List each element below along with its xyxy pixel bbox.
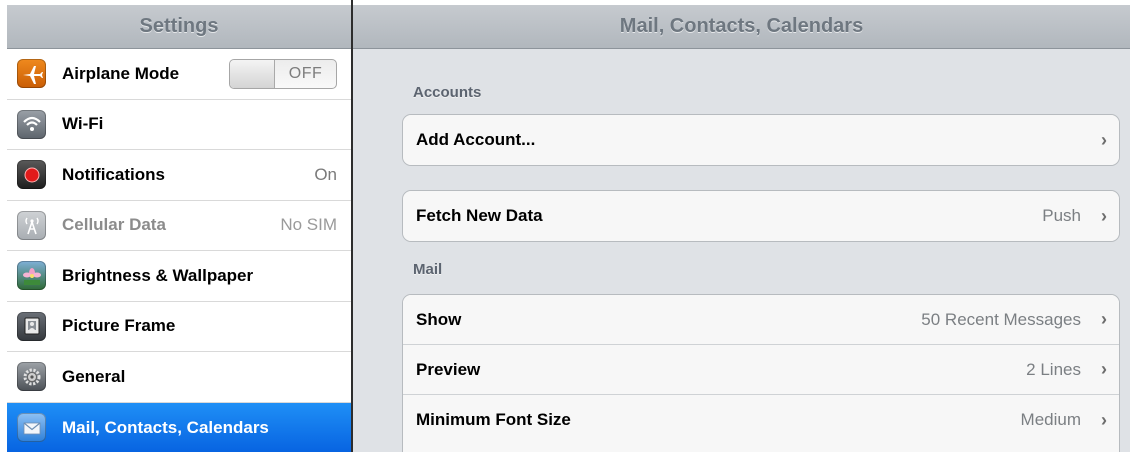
sidebar-item-label: Airplane Mode	[62, 63, 180, 83]
airplane-mode-toggle[interactable]: OFF	[229, 58, 337, 89]
sidebar-navbar: Settings	[7, 5, 351, 49]
accounts-group: Add Account... ›	[402, 114, 1120, 166]
toggle-state: OFF	[288, 64, 323, 82]
row-value: Medium	[1020, 410, 1081, 429]
section-header-accounts: Accounts	[413, 84, 482, 101]
detail-pane: Mail, Contacts, Calendars Accounts Add A…	[353, 5, 1130, 452]
cellular-icon	[17, 210, 46, 240]
sidebar-item-label: General	[62, 366, 126, 386]
sidebar-title: Settings	[139, 15, 219, 37]
sidebar-item-wifi[interactable]: Wi-Fi	[7, 99, 351, 150]
sidebar-item-label: Cellular Data	[62, 215, 166, 235]
detail-title: Mail, Contacts, Calendars	[619, 15, 864, 37]
row-label: Show	[416, 309, 462, 329]
chevron-right-icon: ›	[1101, 409, 1107, 430]
row-value: 2 Lines	[1026, 359, 1081, 379]
row-label: Add Account...	[416, 130, 536, 149]
sidebar-item-general[interactable]: General	[7, 352, 351, 403]
sidebar-item-airplane-mode[interactable]: Airplane Mode OFF	[7, 49, 351, 100]
show-row[interactable]: Show 50 Recent Messages ›	[403, 295, 1119, 345]
chevron-right-icon: ›	[1101, 205, 1107, 226]
airplane-icon	[17, 59, 46, 89]
sidebar-item-detail: On	[314, 164, 337, 184]
row-label: Minimum Font Size	[416, 410, 571, 429]
preview-row[interactable]: Preview 2 Lines ›	[403, 345, 1119, 395]
toggle-knob	[230, 59, 275, 88]
sidebar-item-cellular-data[interactable]: Cellular Data No SIM	[7, 200, 351, 251]
section-header-mail: Mail	[413, 261, 443, 278]
row-value: 50 Recent Messages	[921, 309, 1081, 329]
sidebar-item-brightness-wallpaper[interactable]: Brightness & Wallpaper	[7, 251, 351, 302]
chevron-right-icon: ›	[1101, 359, 1107, 379]
picture-frame-icon	[17, 311, 46, 341]
row-label: Preview	[416, 359, 481, 379]
mail-icon	[17, 413, 46, 443]
sidebar-item-label: Mail, Contacts, Calendars	[62, 417, 269, 437]
gear-icon	[17, 362, 46, 392]
wifi-icon	[17, 109, 46, 139]
sidebar-item-label: Picture Frame	[62, 316, 176, 336]
sidebar-item-label: Brightness & Wallpaper	[62, 265, 254, 285]
chevron-right-icon: ›	[1101, 309, 1107, 329]
minimum-font-size-row[interactable]: Minimum Font Size Medium ›	[403, 395, 1119, 445]
flower-icon	[17, 261, 46, 291]
row-value: Push	[1042, 206, 1081, 225]
row-label: Fetch New Data	[416, 206, 543, 225]
fetch-new-data-row[interactable]: Fetch New Data Push ›	[403, 191, 1119, 241]
sidebar-item-detail: No SIM	[280, 215, 337, 235]
sidebar-item-mail-contacts-calendars[interactable]: Mail, Contacts, Calendars	[7, 402, 351, 452]
sidebar-item-picture-frame[interactable]: Picture Frame	[7, 301, 351, 352]
settings-list: Airplane Mode OFF Wi-Fi Notifications On	[7, 49, 351, 452]
chevron-right-icon: ›	[1101, 129, 1107, 150]
add-account-row[interactable]: Add Account... ›	[403, 115, 1119, 165]
fetch-group: Fetch New Data Push ›	[402, 190, 1120, 242]
notifications-icon	[17, 160, 46, 190]
sidebar-item-label: Notifications	[62, 164, 165, 184]
sidebar-item-label: Wi-Fi	[62, 114, 104, 134]
mail-group: Show 50 Recent Messages › Preview 2 Line…	[402, 294, 1120, 452]
sidebar-item-notifications[interactable]: Notifications On	[7, 150, 351, 201]
detail-navbar: Mail, Contacts, Calendars	[353, 5, 1130, 49]
settings-sidebar: Settings Airplane Mode OFF Wi-Fi Notific…	[7, 5, 351, 452]
